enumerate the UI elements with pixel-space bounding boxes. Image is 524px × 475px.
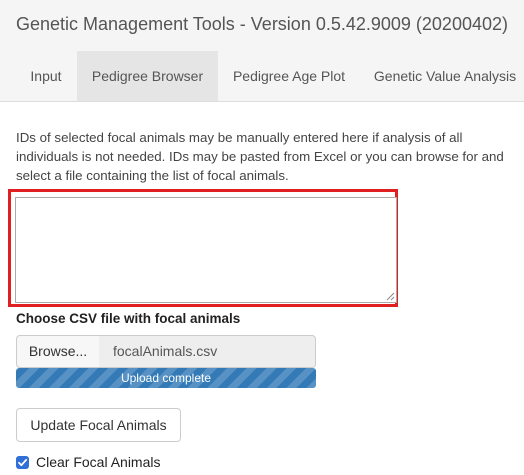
resize-grip-icon[interactable]: [386, 292, 395, 301]
tab-genetic-value-analysis[interactable]: Genetic Value Analysis: [360, 51, 524, 101]
tab-bar: Input Pedigree Browser Pedigree Age Plot…: [0, 51, 524, 102]
file-input-label: Choose CSV file with focal animals: [16, 311, 241, 326]
update-focal-animals-button[interactable]: Update Focal Animals: [16, 408, 181, 442]
app-title: Genetic Management Tools - Version 0.5.4…: [16, 14, 508, 34]
browse-button[interactable]: Browse...: [16, 335, 100, 368]
app-header: Genetic Management Tools - Version 0.5.4…: [0, 0, 524, 51]
upload-progress-bar: Upload complete: [16, 368, 316, 388]
focal-animals-help-text: IDs of selected focal animals may be man…: [16, 130, 504, 183]
tab-pedigree-browser[interactable]: Pedigree Browser: [77, 51, 218, 101]
clear-focal-animals-label: Clear Focal Animals: [36, 454, 161, 470]
upload-progress-text: Upload complete: [120, 371, 212, 385]
focal-animals-textarea[interactable]: [15, 197, 397, 303]
tab-input[interactable]: Input: [16, 51, 76, 101]
selected-file-name: focalAnimals.csv: [99, 335, 316, 368]
clear-focal-animals-checkbox[interactable]: [16, 456, 29, 469]
tab-pedigree-age-plot[interactable]: Pedigree Age Plot: [218, 51, 360, 101]
checkmark-icon: [18, 458, 28, 467]
